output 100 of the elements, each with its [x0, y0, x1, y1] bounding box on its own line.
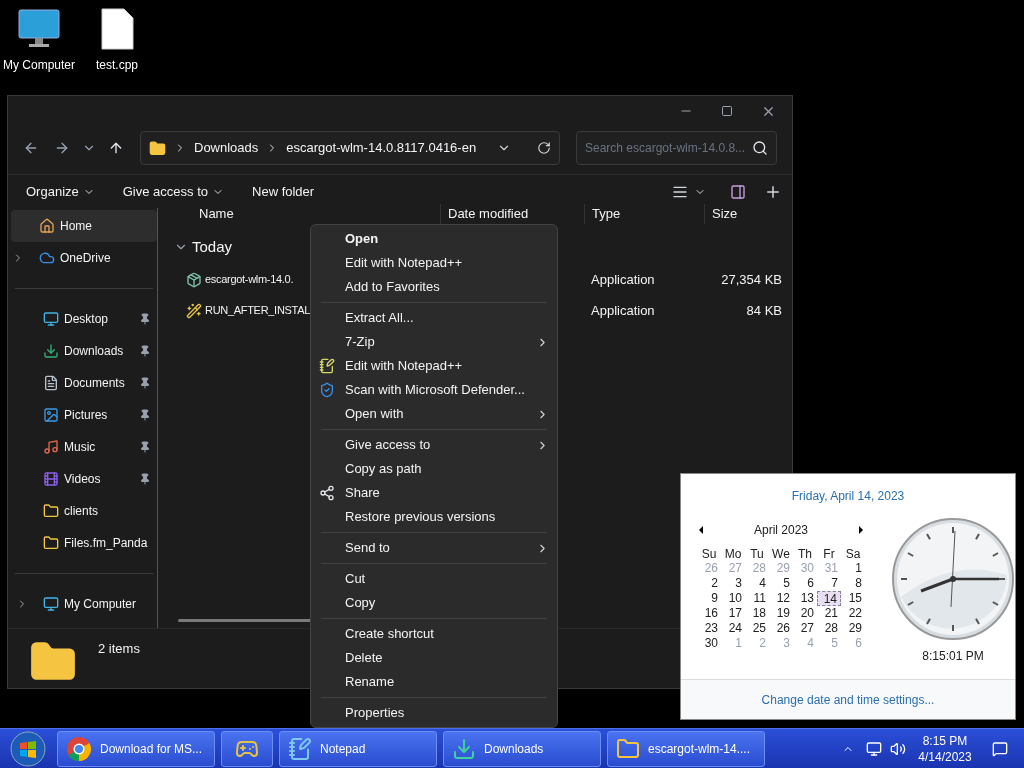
notification-icon[interactable] [992, 740, 1008, 757]
menu-item[interactable]: Give access to [311, 433, 557, 457]
calendar-day[interactable]: 26 [769, 621, 793, 636]
toolbar-button[interactable]: New folder [244, 177, 323, 206]
taskbar-clock[interactable]: 8:15 PM 4/14/2023 [914, 732, 976, 765]
calendar-day[interactable]: 1 [841, 561, 865, 576]
column-header[interactable]: Size [704, 204, 784, 224]
calendar-day[interactable]: 8 [841, 576, 865, 591]
document-icon [43, 375, 59, 391]
desktop-icon-label[interactable]: test.cpp [96, 56, 138, 74]
sidebar-item[interactable]: clients [15, 495, 153, 527]
taskbar-button[interactable]: escargot-wlm-14.... [607, 730, 765, 767]
refresh-icon[interactable] [537, 141, 551, 155]
maximize-icon[interactable] [721, 105, 733, 117]
address-bar[interactable]: Downloads escargot-wlm-14.0.8117.0416-en [140, 131, 560, 165]
forward-icon[interactable] [54, 140, 70, 156]
menu-item[interactable]: 7-Zip [311, 330, 557, 354]
sidebar-item[interactable]: OneDrive [11, 242, 157, 274]
sidebar-item[interactable]: Home [11, 210, 157, 242]
calendar-day[interactable]: 6 [793, 576, 817, 591]
taskbar-button[interactable] [221, 730, 273, 767]
calendar-day[interactable]: 18 [745, 606, 769, 621]
column-header[interactable]: Date modified [440, 204, 584, 224]
file-name[interactable]: escargot-wlm-14.0. [205, 271, 294, 288]
calendar-day[interactable]: 22 [841, 606, 865, 621]
calendar-day[interactable]: 16 [697, 606, 721, 621]
calendar-day[interactable]: 29 [841, 621, 865, 636]
computer-icon[interactable] [17, 8, 61, 50]
menu-item[interactable]: Open [311, 227, 557, 251]
menu-item[interactable]: Delete [311, 646, 557, 670]
taskbar-button[interactable]: Downloads [443, 730, 601, 767]
calendar-day[interactable]: 7 [817, 576, 841, 591]
calendar-day[interactable]: 10 [721, 591, 745, 606]
calendar-day[interactable]: 24 [721, 621, 745, 636]
sidebar-item[interactable]: Downloads [15, 335, 153, 367]
volume-icon[interactable] [890, 740, 906, 757]
menu-item[interactable]: Open with [311, 402, 557, 426]
sidebar-item[interactable]: Desktop [15, 303, 153, 335]
menu-item[interactable]: Cut [311, 567, 557, 591]
menu-item[interactable]: Send to [311, 536, 557, 560]
calendar-day[interactable]: 17 [721, 606, 745, 621]
calendar-day[interactable]: 4 [745, 576, 769, 591]
menu-item[interactable]: Edit with Notepad++ [311, 251, 557, 275]
toolbar-button[interactable]: Give access to [114, 177, 232, 206]
menu-item[interactable]: Extract All... [311, 306, 557, 330]
column-header[interactable]: Type [584, 204, 704, 224]
calendar-day[interactable]: 11 [745, 591, 769, 606]
calendar-day[interactable]: 5 [769, 576, 793, 591]
file-type: Application [590, 301, 656, 320]
menu-item[interactable]: Copy as path [311, 457, 557, 481]
sidebar-item[interactable]: Videos [15, 463, 153, 495]
menu-item[interactable]: Restore previous versions [311, 505, 557, 529]
sidebar-item[interactable]: My Computer [15, 588, 153, 620]
calendar-day[interactable]: 20 [793, 606, 817, 621]
calendar-day[interactable]: 21 [817, 606, 841, 621]
previous-month-icon[interactable] [699, 526, 703, 534]
sidebar-item[interactable]: Files.fm_Panda [15, 527, 153, 559]
menu-item[interactable]: Scan with Microsoft Defender... [311, 378, 557, 402]
calendar-day[interactable]: 3 [721, 576, 745, 591]
sidebar-item[interactable]: Music [15, 431, 153, 463]
calendar-day[interactable]: 28 [817, 621, 841, 636]
menu-item[interactable]: Share [311, 481, 557, 505]
search-field[interactable]: Search escargot-wlm-14.0.8... [576, 131, 777, 165]
calendar-day[interactable]: 25 [745, 621, 769, 636]
desktop-icon-label[interactable]: My Computer [3, 56, 75, 74]
back-icon[interactable] [23, 140, 39, 156]
file-name[interactable]: RUN_AFTER_INSTAL [205, 302, 311, 319]
menu-item[interactable]: Create shortcut [311, 622, 557, 646]
toolbar-button[interactable]: Organize [18, 177, 103, 206]
file-icon[interactable] [99, 8, 135, 50]
calendar-day[interactable]: 13 [793, 591, 817, 606]
menu-item[interactable]: Copy [311, 591, 557, 615]
menu-item[interactable]: Rename [311, 670, 557, 694]
search-icon[interactable] [752, 140, 768, 156]
next-month-icon[interactable] [859, 526, 863, 534]
column-header[interactable]: Name [166, 204, 440, 224]
menu-item[interactable]: Edit with Notepad++ [311, 354, 557, 378]
calendar-day[interactable]: 9 [697, 591, 721, 606]
calendar-day[interactable]: 27 [793, 621, 817, 636]
sidebar-item[interactable]: Pictures [15, 399, 153, 431]
home-icon [39, 218, 55, 234]
month-heading[interactable]: April 2023 [753, 521, 808, 539]
sidebar-item[interactable]: Documents [15, 367, 153, 399]
up-icon[interactable] [108, 140, 124, 156]
calendar-day[interactable]: 19 [769, 606, 793, 621]
breadcrumb[interactable]: Downloads [194, 138, 259, 158]
calendar-day[interactable]: 30 [697, 636, 721, 651]
calendar-day[interactable]: 15 [841, 591, 865, 606]
taskbar-button[interactable]: Notepad [279, 730, 437, 767]
taskbar-button[interactable]: Download for MS... [57, 730, 215, 767]
menu-item[interactable]: Add to Favorites [311, 275, 557, 299]
calendar-day[interactable]: 23 [697, 621, 721, 636]
start-orb-icon[interactable] [10, 730, 46, 767]
menu-item[interactable]: Properties [311, 701, 557, 725]
group-header[interactable]: Today [192, 235, 233, 259]
calendar-day[interactable]: 2 [697, 576, 721, 591]
calendar-day[interactable]: 12 [769, 591, 793, 606]
details-pane-icon[interactable] [730, 183, 746, 200]
breadcrumb[interactable]: escargot-wlm-14.0.8117.0416-en [286, 138, 477, 158]
calendar-day[interactable]: 14 [817, 591, 841, 606]
